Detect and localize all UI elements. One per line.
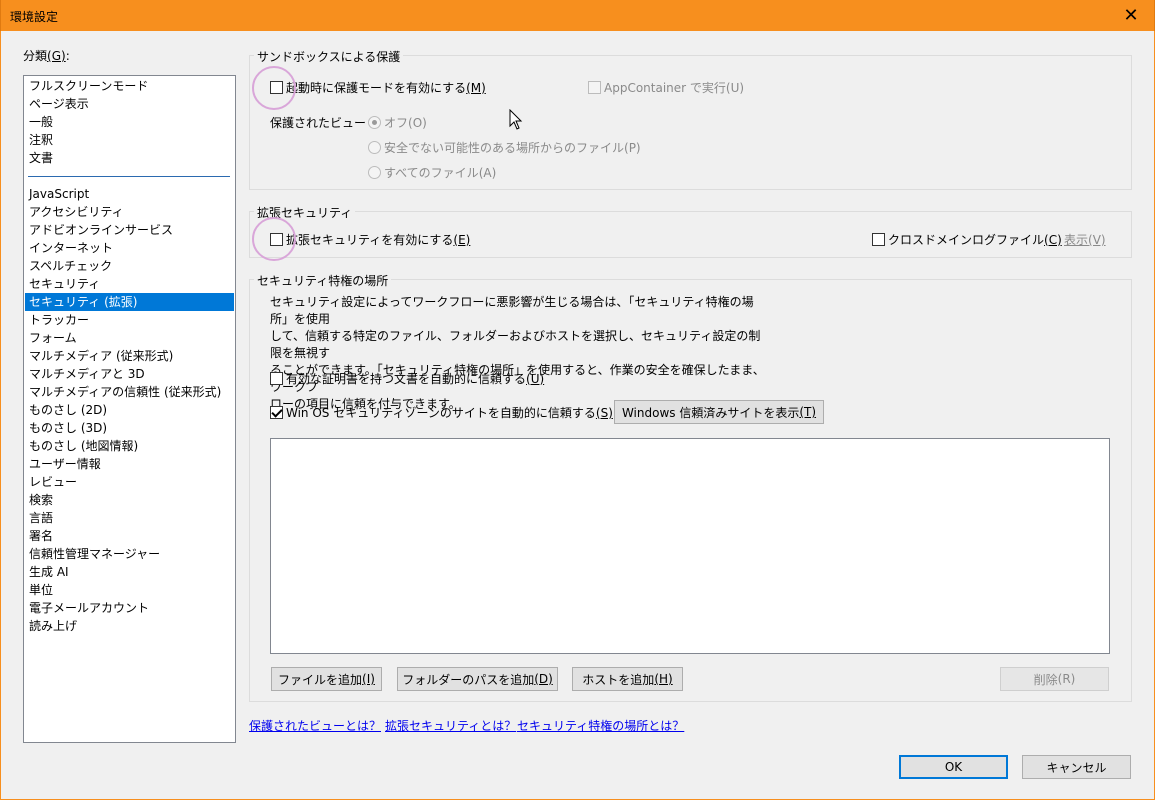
- show-trusted-sites-button[interactable]: Windows 信頼済みサイトを表示 (T): [614, 400, 824, 424]
- protected-view-off-radio[interactable]: オフ (O): [368, 114, 427, 131]
- enhanced-security-group-title: 拡張セキュリティ: [254, 204, 356, 221]
- cancel-button[interactable]: キャンセル: [1022, 755, 1131, 779]
- app-container-checkbox[interactable]: AppContainer で実行 (U): [588, 79, 744, 96]
- category-item[interactable]: JavaScript: [25, 185, 234, 203]
- category-item[interactable]: セキュリティ: [25, 275, 234, 293]
- enhanced-security-box[interactable]: [270, 233, 283, 246]
- category-item[interactable]: マルチメディアと 3D: [25, 365, 234, 383]
- category-item[interactable]: 単位: [25, 581, 234, 599]
- category-item[interactable]: アクセシビリティ: [25, 203, 234, 221]
- category-item[interactable]: ページ表示: [25, 95, 234, 113]
- protected-view-help-link[interactable]: 保護されたビューとは？: [249, 717, 381, 734]
- category-item-selected[interactable]: セキュリティ (拡張): [25, 293, 234, 311]
- category-item[interactable]: マルチメディアの信頼性 (従来形式): [25, 383, 234, 401]
- privileged-locations-list[interactable]: [270, 438, 1110, 654]
- enhanced-security-checkbox[interactable]: 拡張セキュリティを有効にする (E): [270, 231, 470, 248]
- protected-mode-box[interactable]: [270, 81, 283, 94]
- enhanced-security-help-link[interactable]: 拡張セキュリティとは？: [385, 717, 516, 734]
- category-item[interactable]: ものさし (3D): [25, 419, 234, 437]
- category-item[interactable]: ユーザー情報: [25, 455, 234, 473]
- category-item[interactable]: 言語: [25, 509, 234, 527]
- app-container-box[interactable]: [588, 81, 601, 94]
- protected-view-all-radio[interactable]: すべてのファイル (A): [368, 164, 496, 181]
- category-item[interactable]: インターネット: [25, 239, 234, 257]
- sandbox-group-title: サンドボックスによる保護: [254, 48, 404, 65]
- mouse-cursor-icon: [509, 109, 523, 130]
- window-title: 環境設定: [10, 10, 59, 24]
- category-item[interactable]: 読み上げ: [25, 617, 234, 635]
- close-icon[interactable]: ✕: [1108, 0, 1154, 31]
- protected-mode-checkbox[interactable]: 起動時に保護モードを有効にする (M): [270, 79, 486, 96]
- title-bar: 環境設定 ✕: [0, 0, 1155, 31]
- category-item[interactable]: 文書: [25, 149, 234, 167]
- category-item[interactable]: 検索: [25, 491, 234, 509]
- cross-domain-log-box[interactable]: [872, 233, 885, 246]
- category-item[interactable]: スペルチェック: [25, 257, 234, 275]
- protected-view-unsafe-radio[interactable]: 安全でない可能性のある場所からのファイル (P): [368, 139, 641, 156]
- trust-certified-docs-box[interactable]: [270, 372, 283, 385]
- add-folder-path-button[interactable]: フォルダーのパスを追加 (D): [397, 667, 558, 691]
- category-item[interactable]: トラッカー: [25, 311, 234, 329]
- category-item[interactable]: 生成 AI: [25, 563, 234, 581]
- trust-win-os-zones-checkbox[interactable]: Win OS セキュリティゾーンのサイトを自動的に信頼する (S): [270, 404, 613, 421]
- category-item[interactable]: 注釈: [25, 131, 234, 149]
- privileged-description: セキュリティ設定によってワークフローに悪影響が生じる場合は、「セキュリティ特権の…: [270, 295, 765, 411]
- category-item[interactable]: ものさし (地図情報): [25, 437, 234, 455]
- category-item[interactable]: マルチメディア (従来形式): [25, 347, 234, 365]
- trust-win-os-zones-box[interactable]: [270, 406, 283, 419]
- radio-dot[interactable]: [368, 166, 381, 179]
- category-list[interactable]: フルスクリーンモード ページ表示 一般 注釈 文書 JavaScript アクセシビリティア…: [23, 75, 236, 743]
- category-item[interactable]: レビュー: [25, 473, 234, 491]
- trust-certified-docs-checkbox[interactable]: 有効な証明書を持つ文書を自動的に信頼する (U): [270, 370, 544, 387]
- view-log-link[interactable]: 表示(V): [1064, 231, 1106, 248]
- radio-dot[interactable]: [368, 141, 381, 154]
- privileged-locations-group-title: セキュリティ特権の場所: [254, 272, 392, 289]
- category-item[interactable]: 信頼性管理マネージャー: [25, 545, 234, 563]
- category-label: 分類(G):: [23, 49, 70, 63]
- category-item[interactable]: 電子メールアカウント: [25, 599, 234, 617]
- radio-dot[interactable]: [368, 116, 381, 129]
- category-separator: [28, 176, 230, 177]
- protected-view-label: 保護されたビュー: [270, 116, 367, 130]
- category-item[interactable]: フルスクリーンモード: [25, 77, 234, 95]
- privileged-locations-help-link[interactable]: セキュリティ特権の場所とは？: [517, 717, 684, 734]
- category-item[interactable]: 署名: [25, 527, 234, 545]
- ok-button[interactable]: OK: [899, 755, 1008, 779]
- category-item[interactable]: ものさし (2D): [25, 401, 234, 419]
- add-host-button[interactable]: ホストを追加 (H): [572, 667, 683, 691]
- category-item[interactable]: フォーム: [25, 329, 234, 347]
- category-item[interactable]: アドビオンラインサービス: [25, 221, 234, 239]
- add-file-button[interactable]: ファイルを追加 (I): [271, 667, 382, 691]
- cross-domain-log-checkbox[interactable]: クロスドメインログファイル (C): [872, 231, 1062, 248]
- category-item[interactable]: 一般: [25, 113, 234, 131]
- delete-button[interactable]: 削除 (R): [1000, 667, 1109, 691]
